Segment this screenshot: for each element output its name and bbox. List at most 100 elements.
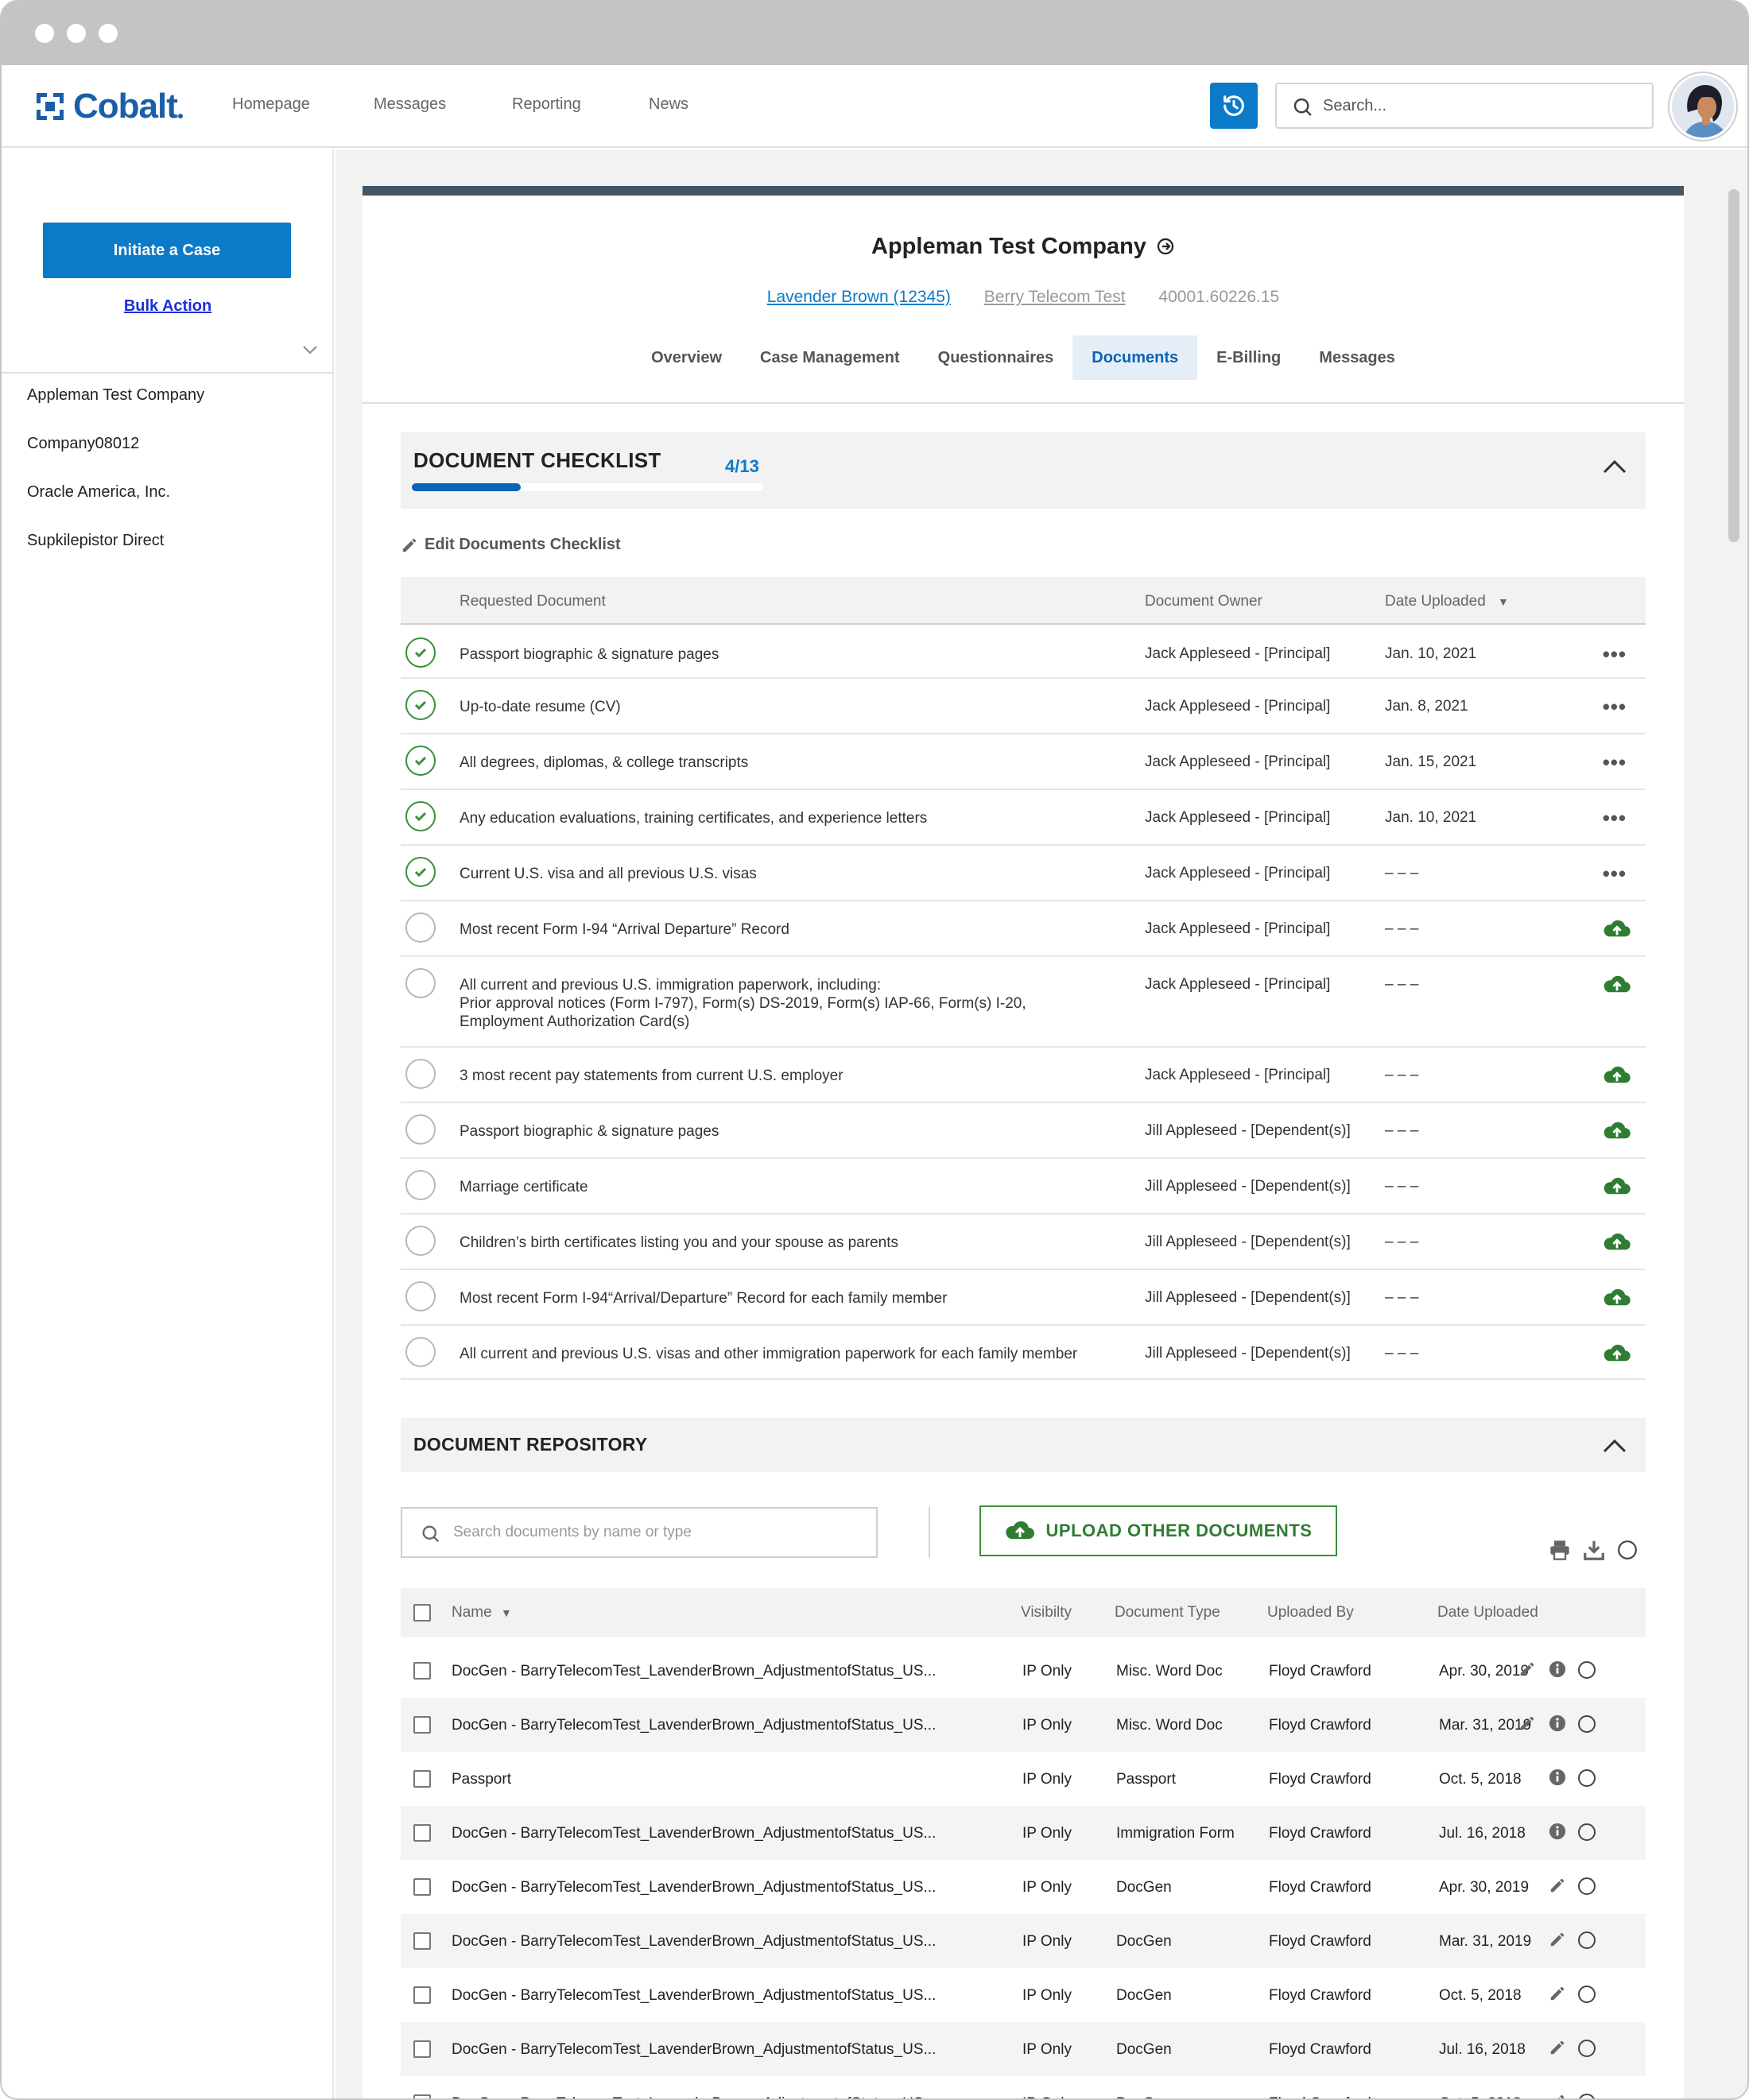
search-placeholder: Search... [1323, 96, 1387, 114]
repo-date-uploaded: Mar. 31, 2019 [1439, 1933, 1532, 1950]
document-name[interactable]: DocGen - BarryTelecomTest_LavenderBrown_… [452, 2041, 936, 2059]
sidebar: Initiate a Case Bulk Action Appleman Tes… [2, 149, 334, 2098]
document-name[interactable]: Passport [452, 1771, 511, 1788]
info-icon[interactable] [1549, 1769, 1566, 1791]
document-visibility: IP Only [1022, 1933, 1072, 1950]
pencil-icon[interactable] [1518, 1714, 1536, 1737]
document-visibility: IP Only [1022, 1663, 1072, 1680]
document-name[interactable]: DocGen - BarryTelecomTest_LavenderBrown_… [452, 1933, 936, 1951]
repository-row[interactable]: DocGen - BarryTelecomTest_LavenderBrown_… [401, 2076, 1646, 2100]
select-circle-icon[interactable] [1577, 1714, 1596, 1734]
col-name[interactable]: Name ▼ [452, 1604, 512, 1621]
nav-messages[interactable]: Messages [374, 95, 446, 114]
row-checkbox[interactable] [413, 2094, 431, 2098]
select-circle-icon[interactable] [1577, 1985, 1596, 2004]
document-name[interactable]: DocGen - BarryTelecomTest_LavenderBrown_… [452, 1717, 936, 1734]
initiate-case-button[interactable]: Initiate a Case [43, 223, 291, 278]
select-circle-icon[interactable] [1577, 1823, 1596, 1842]
document-visibility: IP Only [1022, 1717, 1072, 1734]
document-name[interactable]: DocGen - BarryTelecomTest_LavenderBrown_… [452, 1663, 936, 1680]
document-name[interactable]: DocGen - BarryTelecomTest_LavenderBrown_… [452, 1879, 936, 1897]
download-icon[interactable] [1582, 1539, 1606, 1561]
row-checkbox[interactable] [413, 1878, 431, 1896]
col-uploaded-by[interactable]: Uploaded By [1267, 1604, 1354, 1621]
select-circle-icon[interactable] [1577, 2039, 1596, 2058]
page-scrollbar[interactable] [1728, 189, 1739, 542]
repo-date-uploaded: Oct. 5, 2018 [1439, 1771, 1522, 1788]
repository-row[interactable]: DocGen - BarryTelecomTest_LavenderBrown_… [401, 1698, 1646, 1752]
select-all-checkbox[interactable] [413, 1604, 431, 1621]
select-circle-icon[interactable] [1577, 1769, 1596, 1788]
history-icon [1224, 95, 1244, 116]
repository-row[interactable]: Passport IP Only Passport Floyd Crawford Oct… [401, 1752, 1646, 1806]
document-visibility: IP Only [1022, 1987, 1072, 2004]
repository-row[interactable]: DocGen - BarryTelecomTest_LavenderBrown_… [401, 1644, 1646, 1698]
nav-reporting[interactable]: Reporting [512, 95, 581, 114]
repo-date-uploaded: Jul. 16, 2018 [1439, 1825, 1526, 1842]
pencil-icon[interactable] [1549, 1931, 1566, 1953]
window-close-dot[interactable] [35, 24, 54, 43]
col-repo-date-uploaded[interactable]: Date Uploaded [1437, 1604, 1538, 1621]
col-name-label: Name [452, 1604, 492, 1621]
chevron-down-icon[interactable] [301, 343, 320, 356]
pencil-icon[interactable] [1549, 1877, 1566, 1899]
cobalt-logo[interactable]: Cobalt ● [37, 84, 184, 129]
repository-row[interactable]: DocGen - BarryTelecomTest_LavenderBrown_… [401, 1914, 1646, 1968]
row-checkbox[interactable] [413, 1824, 431, 1842]
info-icon[interactable] [1549, 1714, 1566, 1737]
pencil-icon[interactable] [1549, 2039, 1566, 2061]
select-circle-icon[interactable] [1577, 1931, 1596, 1950]
repository-row[interactable]: DocGen - BarryTelecomTest_LavenderBrown_… [401, 1968, 1646, 2022]
document-type: DocGen [1116, 1879, 1172, 1896]
info-icon[interactable] [1549, 1660, 1566, 1683]
select-all-circle-icon[interactable] [1617, 1540, 1638, 1560]
info-icon[interactable] [1549, 1823, 1566, 1845]
bulk-action-link[interactable]: Bulk Action [2, 297, 334, 316]
document-search-input[interactable]: Search documents by name or type [401, 1507, 878, 1558]
row-checkbox[interactable] [413, 2040, 431, 2058]
pencil-icon[interactable] [1549, 2093, 1566, 2098]
row-checkbox[interactable] [413, 1662, 431, 1680]
toolbar-divider [929, 1507, 930, 1558]
uploaded-by: Floyd Crawford [1269, 1717, 1371, 1734]
document-visibility: IP Only [1022, 1771, 1072, 1788]
document-type: Misc. Word Doc [1116, 1717, 1223, 1734]
sidebar-item-company[interactable]: Supkilepistor Direct [27, 532, 164, 550]
document-type: Misc. Word Doc [1116, 1663, 1223, 1680]
select-circle-icon[interactable] [1577, 1660, 1596, 1680]
col-visibility[interactable]: Visibilty [1021, 1604, 1072, 1621]
repo-date-uploaded: Apr. 30, 2019 [1439, 1663, 1530, 1680]
repository-row[interactable]: DocGen - BarryTelecomTest_LavenderBrown_… [401, 1806, 1646, 1860]
window-minimize-dot[interactable] [67, 24, 86, 43]
document-type: Immigration Form [1116, 1825, 1235, 1842]
global-search-input[interactable]: Search... [1275, 83, 1654, 129]
print-icon[interactable] [1549, 1540, 1571, 1560]
select-circle-icon[interactable] [1577, 2093, 1596, 2100]
history-button[interactable] [1210, 83, 1258, 129]
row-checkbox[interactable] [413, 1986, 431, 2004]
sidebar-divider [2, 372, 334, 374]
nav-homepage[interactable]: Homepage [232, 95, 310, 114]
row-checkbox[interactable] [413, 1716, 431, 1734]
pencil-icon[interactable] [1549, 1985, 1566, 2007]
row-checkbox[interactable] [413, 1770, 431, 1788]
pencil-icon[interactable] [1518, 1660, 1536, 1683]
document-name[interactable]: DocGen - BarryTelecomTest_LavenderBrown_… [452, 2095, 936, 2098]
repo-date-uploaded: Mar. 31, 2019 [1439, 1717, 1532, 1734]
document-name[interactable]: DocGen - BarryTelecomTest_LavenderBrown_… [452, 1825, 936, 1842]
sidebar-item-company[interactable]: Oracle America, Inc. [27, 483, 170, 502]
sidebar-item-company[interactable]: Company08012 [27, 435, 139, 453]
document-name[interactable]: DocGen - BarryTelecomTest_LavenderBrown_… [452, 1987, 936, 2005]
nav-news[interactable]: News [649, 95, 688, 114]
upload-other-documents-button[interactable]: UPLOAD OTHER DOCUMENTS [979, 1505, 1337, 1556]
col-document-type[interactable]: Document Type [1115, 1604, 1220, 1621]
window-maximize-dot[interactable] [99, 24, 118, 43]
sidebar-item-company[interactable]: Appleman Test Company [27, 386, 204, 405]
select-circle-icon[interactable] [1577, 1877, 1596, 1896]
upload-label: UPLOAD OTHER DOCUMENTS [1045, 1521, 1313, 1540]
row-checkbox[interactable] [413, 1932, 431, 1950]
repository-row[interactable]: DocGen - BarryTelecomTest_LavenderBrown_… [401, 2022, 1646, 2076]
user-avatar[interactable] [1670, 73, 1736, 140]
repository-row[interactable]: DocGen - BarryTelecomTest_LavenderBrown_… [401, 1860, 1646, 1914]
search-icon [1293, 98, 1312, 116]
